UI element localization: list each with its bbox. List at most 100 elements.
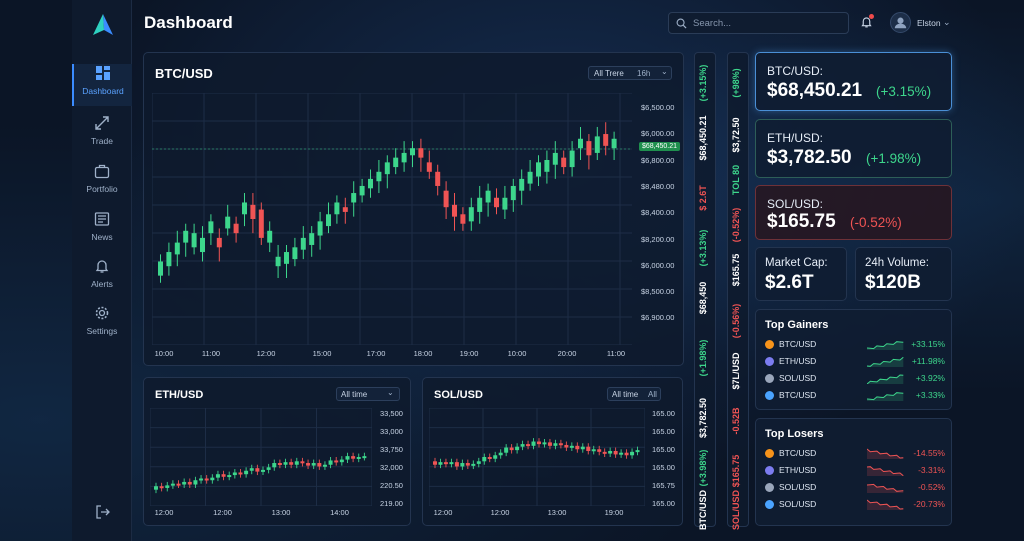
search-input[interactable] (693, 16, 843, 31)
top-losers-title: Top Losers (765, 428, 824, 440)
candle (225, 204, 231, 236)
sidebar-item-label: Dashboard (82, 86, 124, 96)
range-button[interactable]: All time (612, 390, 638, 399)
y-tick-label: 165.00 (652, 427, 675, 436)
eth-candles[interactable] (150, 408, 372, 506)
candle (443, 458, 448, 468)
btc-candles[interactable] (152, 93, 632, 345)
candle (183, 223, 189, 257)
candle (215, 470, 220, 482)
notifications-button[interactable] (860, 14, 874, 34)
price-tag: $68,450.21 (639, 142, 681, 151)
candle (449, 458, 454, 468)
strip-item: $ 2.6T (698, 185, 708, 211)
market-cap-label: Market Cap: (765, 257, 828, 269)
candle (553, 439, 558, 450)
ticker-card-eth[interactable]: ETH/USD: $3,782.50 (+1.98%) (755, 119, 952, 178)
grid-icon (96, 66, 110, 80)
candle (602, 448, 607, 457)
y-tick-label: 220.50 (380, 481, 403, 490)
list-item[interactable]: SOL/USD -0.52% (765, 481, 945, 495)
range-selector[interactable]: All time All (607, 387, 661, 401)
candle (266, 463, 271, 474)
list-item[interactable]: BTC/USD +33.15% (765, 338, 945, 352)
candle (476, 457, 481, 468)
list-item[interactable]: ETH/USD +11.98% (765, 355, 945, 369)
candle (452, 193, 457, 231)
candle (611, 131, 617, 160)
range-selector[interactable]: All Trere 16h ⌄ (588, 66, 672, 80)
candle (232, 469, 237, 479)
y-tick-label: $6,000.00 (641, 260, 675, 270)
candle (619, 449, 624, 458)
ticker-pair: ETH/USD: (767, 131, 824, 145)
candle (326, 202, 331, 234)
x-tick-label: 19:00 (604, 508, 624, 517)
sidebar-item-news[interactable]: News (72, 210, 132, 252)
ticker-strip-1: (+3.15%) $68,450.21 $ 2.6T (+3.13%) $68,450 (… (694, 52, 716, 530)
candle (460, 207, 466, 231)
volume-value: $120B (865, 272, 921, 293)
notification-dot (869, 14, 874, 19)
candle (443, 181, 449, 219)
change-value: -0.52% (918, 482, 945, 492)
range-button[interactable]: All time (341, 390, 367, 399)
x-tick-label: 15:00 (312, 349, 332, 358)
range-button[interactable]: All Trere (594, 69, 624, 78)
list-item[interactable]: SOL/USD +3.92% (765, 372, 945, 386)
sidebar-item-trade[interactable]: Trade (72, 114, 132, 156)
strip-item: $165.75 (731, 253, 741, 287)
strip-item: $68,450 (698, 281, 708, 315)
candle (510, 178, 516, 212)
coin-icon (765, 391, 774, 400)
candle (322, 461, 327, 470)
briefcase-icon (94, 164, 110, 179)
sidebar-item-dashboard[interactable]: Dashboard (72, 64, 132, 106)
top-gainers-title: Top Gainers (765, 319, 829, 331)
candle (494, 188, 499, 215)
strip-item: $3,782.50 (698, 397, 708, 439)
candle (267, 221, 273, 253)
candle (410, 141, 415, 168)
x-tick-label: 13:00 (547, 508, 567, 517)
coin-icon (765, 466, 774, 475)
search-box[interactable] (668, 12, 849, 34)
sol-candles[interactable] (429, 408, 645, 506)
x-tick-label: 13:00 (271, 508, 291, 517)
y-tick-label: 33,500 (380, 409, 403, 418)
range-selector[interactable]: All time ⌄ (336, 387, 400, 401)
chevron-down-icon: ⌄ (387, 388, 394, 397)
list-item[interactable]: ETH/USD -3.31% (765, 464, 945, 478)
list-item[interactable]: SOL/USD -20.73% (765, 498, 945, 512)
list-item[interactable]: BTC/USD -14.55% (765, 447, 945, 461)
sidebar-item-portfolio[interactable]: Portfolio (72, 162, 132, 204)
ticker-strip-2: (+98%) $3,72.50 TOL 80 (-0.52%) $165.75 (-0.5… (727, 52, 749, 530)
candle (594, 126, 600, 160)
candle (311, 459, 316, 470)
strip-item: TOL 80 (731, 164, 741, 196)
y-tick-label: $6,900.00 (641, 313, 675, 323)
list-item[interactable]: BTC/USD +3.33% (765, 389, 945, 403)
ticker-card-btc[interactable]: BTC/USD: $68,450.21 (+3.15%) (755, 52, 952, 111)
logo-icon (93, 14, 113, 35)
logout-icon[interactable] (95, 504, 111, 520)
x-tick-label: 12:00 (154, 508, 174, 517)
y-tick-label: 32,000 (380, 463, 403, 472)
candle (345, 452, 350, 464)
change-value: -14.55% (913, 448, 945, 458)
interval-select[interactable]: All (648, 390, 657, 399)
ticker-card-sol[interactable]: SOL/USD: $165.75 (-0.52%) (755, 185, 952, 240)
arrows-icon (95, 116, 109, 130)
x-tick-label: 12:00 (213, 508, 232, 517)
sidebar-item-settings[interactable]: Settings (72, 304, 132, 346)
interval-select[interactable]: 16h (637, 69, 650, 78)
candle (613, 447, 618, 458)
sidebar-item-alerts[interactable]: Alerts (72, 257, 132, 299)
volume-card: 24h Volume: $120B (855, 247, 952, 301)
y-tick-label: 33,750 (380, 445, 403, 454)
candle (242, 193, 247, 227)
ticker-change: (+3.15%) (876, 84, 932, 99)
candle (435, 164, 441, 196)
candle (272, 459, 277, 471)
candle (258, 202, 264, 245)
